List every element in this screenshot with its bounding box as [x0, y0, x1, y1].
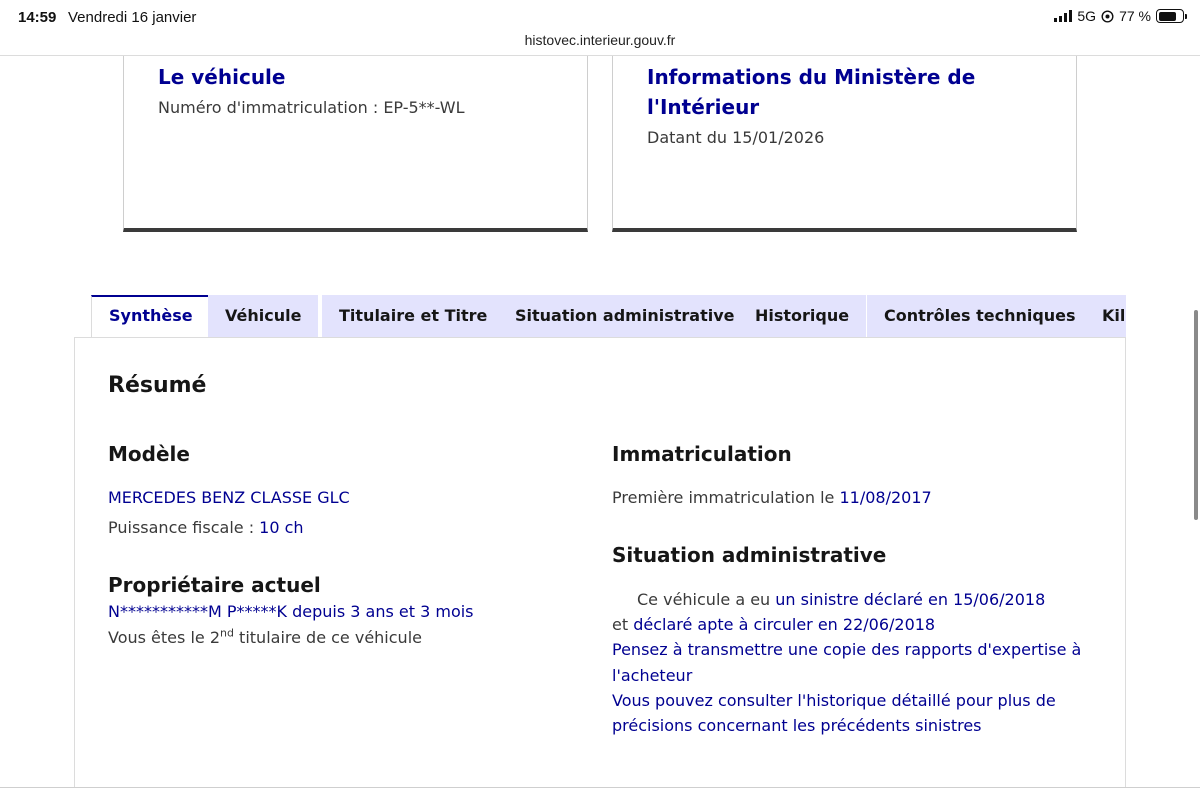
admin-line-4: l'acheteur [612, 666, 693, 685]
fiscal-power-value: 10 ch [259, 518, 304, 537]
admin-line-1-prefix: Ce véhicule a eu [637, 590, 776, 609]
status-date: Vendredi 16 janvier [68, 9, 197, 26]
owner-since-label: depuis [287, 602, 351, 621]
model-heading: Modèle [108, 442, 190, 466]
tab-titulaire-et-titre[interactable]: Titulaire et Titre [322, 295, 505, 337]
browser-url[interactable]: histovec.interieur.gouv.fr [0, 32, 1200, 48]
admin-heading: Situation administrative [612, 543, 887, 567]
tab-kilometrage[interactable]: Kilométrage [1085, 295, 1126, 337]
admin-line-1: Ce véhicule a eu un sinistre déclaré en … [637, 590, 1045, 609]
owner-rank-sup: nd [220, 626, 234, 640]
ministry-card-title: Informations du Ministère de l'Intérieur [647, 65, 976, 119]
fiscal-power-label: Puissance fiscale : [108, 518, 260, 537]
status-time: 14:59 [18, 9, 57, 26]
first-registration: Première immatriculation le 11/08/2017 [612, 488, 932, 507]
model-name: MERCEDES BENZ CLASSE GLC [108, 488, 350, 507]
tab-vehicule[interactable]: Véhicule [208, 295, 319, 337]
summary-title: Résumé [108, 373, 207, 398]
battery-icon [1156, 9, 1187, 23]
vehicle-card: Le véhicule Numéro d'immatriculation : E… [123, 56, 588, 232]
owner-rank: Vous êtes le 2nd titulaire de ce véhicul… [108, 628, 422, 647]
roadworthy-link[interactable]: déclaré apte à circuler en 22/06/2018 [633, 615, 935, 634]
status-bar: 14:59 Vendredi 16 janvier 5G 77 % [0, 0, 1200, 34]
owner-rank-suffix: titulaire de ce véhicule [233, 628, 422, 647]
first-registration-date: 11/08/2017 [839, 488, 932, 507]
claim-link[interactable]: un sinistre déclaré en 15/06/2018 [775, 590, 1045, 609]
first-registration-label: Première immatriculation le [612, 488, 840, 507]
vehicle-card-title: Le véhicule [158, 65, 286, 89]
owner-since-value: 3 ans et 3 mois [350, 602, 474, 621]
page-scrollbar[interactable] [1194, 310, 1198, 520]
admin-line-3: Pensez à transmettre une copie des rappo… [612, 640, 1082, 659]
owner-name: N***********M P*****K [108, 602, 287, 621]
network-type: 5G [1077, 8, 1097, 24]
tab-bar: Synthèse Véhicule Titulaire et Titre Sit… [91, 295, 1126, 337]
tab-situation-administrative[interactable]: Situation administrative [498, 295, 752, 337]
location-icon [1101, 9, 1114, 23]
owner-line: N***********M P*****K depuis 3 ans et 3 … [108, 602, 474, 621]
fiscal-power: Puissance fiscale : 10 ch [108, 518, 304, 537]
tab-controles-techniques[interactable]: Contrôles techniques [867, 295, 1093, 337]
admin-line-5: Vous pouvez consulter l'historique détai… [612, 691, 1056, 710]
data-date: Datant du 15/01/2026 [647, 128, 825, 147]
tab-synthese[interactable]: Synthèse [91, 295, 211, 337]
owner-heading: Propriétaire actuel [108, 573, 321, 597]
plate-number: Numéro d'immatriculation : EP-5**-WL [158, 98, 465, 117]
registration-heading: Immatriculation [612, 442, 792, 466]
admin-line-2: et déclaré apte à circuler en 22/06/2018 [612, 615, 935, 634]
admin-line-6: précisions concernant les précédents sin… [612, 716, 982, 735]
ministry-card: Informations du Ministère de l'Intérieur… [612, 56, 1077, 232]
admin-line-2-prefix: et [612, 615, 634, 634]
cellular-signal-icon [1054, 10, 1073, 22]
tab-historique[interactable]: Historique [738, 295, 867, 337]
status-right: 5G 77 % [1054, 8, 1187, 24]
battery-percent: 77 % [1119, 8, 1151, 24]
owner-rank-prefix: Vous êtes le 2 [108, 628, 220, 647]
